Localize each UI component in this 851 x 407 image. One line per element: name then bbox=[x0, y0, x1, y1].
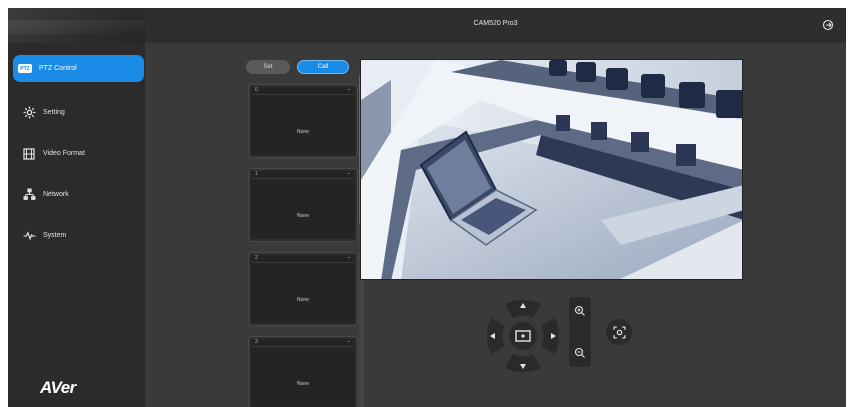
preset-card[interactable]: 2 ⌄ None bbox=[248, 252, 358, 326]
pan-up-button[interactable] bbox=[505, 300, 541, 318]
zoom-in-icon[interactable] bbox=[572, 303, 588, 319]
chevron-down-icon[interactable]: ⌄ bbox=[347, 338, 351, 344]
preset-panel: Set Call 0 ⌄ None 1 ⌄ None 2 ⌄ None 3 ⌄ … bbox=[238, 60, 358, 407]
logout-icon[interactable] bbox=[822, 18, 834, 31]
ptz-direction-pad bbox=[483, 296, 563, 376]
preset-card[interactable]: 0 ⌄ None bbox=[248, 84, 358, 158]
preset-name: None bbox=[297, 129, 309, 135]
preset-card[interactable]: 3 ⌄ None bbox=[248, 336, 358, 407]
preset-number: 0 bbox=[255, 87, 258, 93]
sidebar-item-label: System bbox=[43, 232, 67, 239]
sidebar-item-video-format[interactable]: Video Format bbox=[8, 133, 145, 174]
preset-name: None bbox=[297, 213, 309, 219]
sidebar-item-setting[interactable]: Setting bbox=[8, 92, 145, 133]
aver-logo: AVer bbox=[40, 378, 76, 397]
sidebar-item-label: Network bbox=[43, 191, 69, 198]
pan-down-button[interactable] bbox=[505, 354, 541, 372]
preset-name: None bbox=[297, 297, 309, 303]
sidebar-item-label: PTZ Control bbox=[39, 65, 77, 72]
preset-divider bbox=[252, 94, 354, 95]
camera-preview bbox=[360, 59, 743, 280]
page-title: CAM520 Pro3 bbox=[473, 20, 518, 27]
ptz-icon: PTZ bbox=[18, 64, 32, 73]
preset-button-row: Set Call bbox=[238, 60, 358, 76]
conference-room-image bbox=[361, 60, 742, 279]
header-bar: CAM520 Pro3 bbox=[145, 8, 846, 43]
film-icon bbox=[22, 147, 36, 161]
sidebar-item-network[interactable]: Network bbox=[8, 174, 145, 215]
pan-left-button[interactable] bbox=[487, 318, 505, 354]
sidebar-item-label: Setting bbox=[43, 109, 65, 116]
zoom-out-icon[interactable] bbox=[572, 345, 588, 361]
preset-name: None bbox=[297, 381, 309, 387]
preset-number: 1 bbox=[255, 171, 258, 177]
chevron-down-icon[interactable]: ⌄ bbox=[347, 170, 351, 176]
auto-focus-icon[interactable] bbox=[606, 319, 632, 345]
app-window: PTZ PTZ Control Setting Video Format Net… bbox=[8, 8, 846, 407]
set-button[interactable]: Set bbox=[246, 60, 290, 74]
sidebar: PTZ PTZ Control Setting Video Format Net… bbox=[8, 8, 145, 407]
sidebar-item-system[interactable]: System bbox=[8, 215, 145, 256]
preset-number: 2 bbox=[255, 255, 258, 261]
preset-divider bbox=[252, 178, 354, 179]
pan-right-button[interactable] bbox=[541, 318, 559, 354]
chevron-down-icon[interactable]: ⌄ bbox=[347, 254, 351, 260]
call-button[interactable]: Call bbox=[297, 60, 349, 74]
preset-divider bbox=[252, 262, 354, 263]
preset-card[interactable]: 1 ⌄ None bbox=[248, 168, 358, 242]
sidebar-item-label: Video Format bbox=[43, 150, 85, 157]
preset-divider bbox=[252, 346, 354, 347]
pulse-icon bbox=[22, 229, 36, 243]
sidebar-nav: PTZ PTZ Control Setting Video Format Net… bbox=[8, 53, 145, 256]
sidebar-item-ptz-control[interactable]: PTZ PTZ Control bbox=[13, 55, 144, 82]
gear-icon bbox=[22, 106, 36, 120]
network-icon bbox=[22, 188, 36, 202]
preset-number: 3 bbox=[255, 339, 258, 345]
zoom-control bbox=[569, 297, 591, 367]
sidebar-header bbox=[8, 8, 145, 43]
chevron-down-icon[interactable]: ⌄ bbox=[347, 86, 351, 92]
